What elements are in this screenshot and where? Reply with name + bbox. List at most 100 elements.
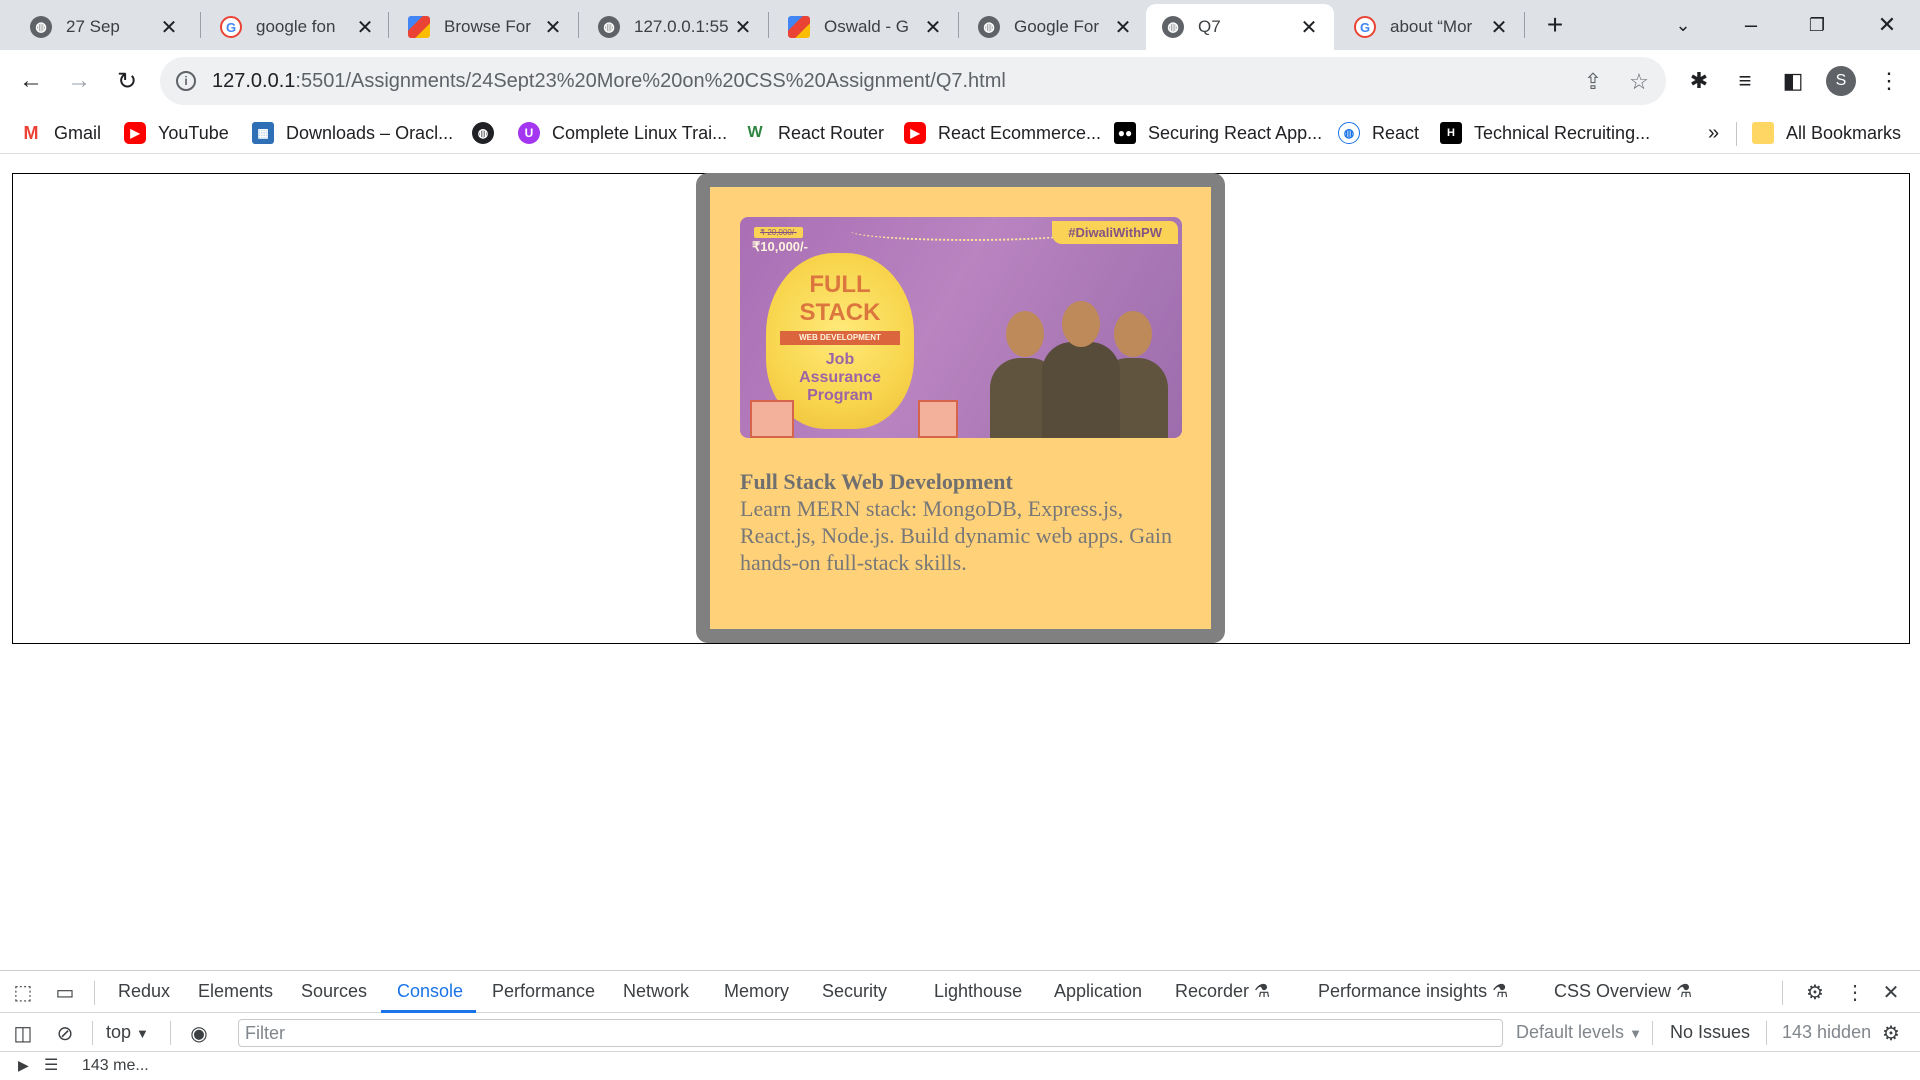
bookmark-star-icon[interactable]: ☆ bbox=[1626, 69, 1652, 95]
globe-icon: ◍ bbox=[472, 122, 494, 144]
youtube-icon: ▶ bbox=[904, 122, 926, 144]
window-close-icon[interactable]: ✕ bbox=[1870, 10, 1904, 40]
clear-console-icon[interactable]: ⊘ bbox=[52, 1020, 78, 1046]
devtools-tab-console[interactable]: Console bbox=[397, 981, 463, 1002]
devtools-tab-application[interactable]: Application bbox=[1054, 981, 1142, 1002]
console-filter-input[interactable]: Filter bbox=[238, 1019, 1503, 1047]
close-icon[interactable]: ✕ bbox=[158, 16, 180, 39]
close-icon[interactable]: ✕ bbox=[1298, 16, 1320, 39]
course-card: #DiwaliWithPW ₹ 20,000/- ₹10,000/- FULL … bbox=[696, 173, 1225, 643]
flask-icon: ⚗ bbox=[1254, 981, 1271, 1001]
new-tab-button[interactable]: + bbox=[1538, 9, 1572, 40]
bookmarks-overflow-button[interactable]: » bbox=[1708, 120, 1719, 146]
url-text[interactable]: 127.0.0.1:5501/Assignments/24Sept23%20Mo… bbox=[212, 70, 1006, 93]
browser-tab[interactable]: G google fon ✕ bbox=[204, 4, 390, 50]
reload-icon[interactable]: ↻ bbox=[110, 64, 144, 98]
share-icon[interactable]: ⇪ bbox=[1580, 69, 1606, 95]
dropdown-caret-icon: ▼ bbox=[136, 1026, 149, 1041]
devtools-tab-sources[interactable]: Sources bbox=[301, 981, 367, 1002]
active-tab-indicator bbox=[381, 1010, 476, 1013]
context-selector[interactable]: top ▼ bbox=[106, 1022, 149, 1043]
oracle-icon: ▦ bbox=[252, 122, 274, 144]
list-icon: ☰ bbox=[44, 1057, 59, 1074]
devtools-tab-performance-insights[interactable]: Performance insights ⚗ bbox=[1318, 981, 1508, 1002]
close-devtools-icon[interactable]: ✕ bbox=[1878, 979, 1904, 1005]
course-title: Full Stack Web Development bbox=[740, 469, 1013, 494]
bookmark-youtube[interactable]: ▶ YouTube bbox=[124, 120, 229, 146]
menu-kebab-icon[interactable]: ⋮ bbox=[1872, 64, 1906, 98]
bookmark-react-ecommerce[interactable]: ▶ React Ecommerce... bbox=[904, 120, 1101, 146]
bookmark-globe[interactable]: ◍ bbox=[472, 120, 506, 146]
issues-button[interactable]: No Issues bbox=[1670, 1022, 1750, 1043]
globe-icon: ◍ bbox=[598, 16, 620, 38]
youtube-icon: ▶ bbox=[124, 122, 146, 144]
tab-title: 127.0.0.1:55 bbox=[634, 17, 729, 36]
browser-tab[interactable]: G about “Mor ✕ bbox=[1338, 4, 1524, 50]
devtools-tab-redux[interactable]: Redux bbox=[118, 981, 170, 1002]
all-bookmarks-button[interactable]: All Bookmarks bbox=[1752, 120, 1901, 146]
bookmark-react-router[interactable]: W React Router bbox=[744, 120, 884, 146]
bookmark-technical-recruiting[interactable]: H Technical Recruiting... bbox=[1440, 120, 1650, 146]
console-settings-icon[interactable]: ⚙ bbox=[1878, 1020, 1904, 1046]
tab-search-icon[interactable]: ⌄ bbox=[1666, 10, 1700, 40]
device-toolbar-icon[interactable]: ▭ bbox=[52, 979, 78, 1005]
messages-summary[interactable]: 143 me... bbox=[82, 1057, 149, 1075]
devtools-tab-security[interactable]: Security bbox=[822, 981, 887, 1002]
hackerrank-icon: H bbox=[1440, 122, 1462, 144]
globe-icon: ◍ bbox=[1162, 16, 1184, 38]
expand-triangle-icon[interactable]: ▶ bbox=[18, 1057, 29, 1074]
devtools-tab-network[interactable]: Network bbox=[623, 981, 689, 1002]
bookmark-oracle[interactable]: ▦ Downloads – Oracl... bbox=[252, 120, 453, 146]
extensions-icon[interactable]: ✱ bbox=[1682, 64, 1716, 98]
close-icon[interactable]: ✕ bbox=[1488, 16, 1510, 39]
devtools-tab-elements[interactable]: Elements bbox=[198, 981, 273, 1002]
devtools-tab-bar: ⬚ ▭ Redux Elements Sources Console Perfo… bbox=[0, 971, 1920, 1013]
console-messages-row: ▶ ☰ 143 me... bbox=[0, 1053, 1920, 1080]
side-panel-icon[interactable]: ◧ bbox=[1776, 64, 1810, 98]
bookmark-securing-react[interactable]: ●● Securing React App... bbox=[1114, 120, 1322, 146]
close-icon[interactable]: ✕ bbox=[542, 16, 564, 39]
devtools-tab-recorder[interactable]: Recorder ⚗ bbox=[1175, 981, 1270, 1002]
tab-title: Oswald - G bbox=[824, 17, 910, 36]
back-icon[interactable]: ← bbox=[14, 64, 48, 98]
sidebar-toggle-icon[interactable]: ◫ bbox=[10, 1020, 36, 1046]
forward-icon[interactable]: → bbox=[62, 64, 96, 98]
globe-icon: ◍ bbox=[30, 16, 52, 38]
close-icon[interactable]: ✕ bbox=[1112, 16, 1134, 39]
browser-tab[interactable]: Browse For ✕ bbox=[392, 4, 578, 50]
profile-avatar[interactable]: S bbox=[1826, 66, 1856, 96]
udemy-icon: U bbox=[518, 122, 540, 144]
close-icon[interactable]: ✕ bbox=[732, 16, 754, 39]
settings-gear-icon[interactable]: ⚙ bbox=[1802, 979, 1828, 1005]
browser-tab[interactable]: ◍ 27 Sep ✕ bbox=[14, 4, 194, 50]
instructor-figure bbox=[1042, 342, 1120, 438]
devtools-tab-memory[interactable]: Memory bbox=[724, 981, 789, 1002]
google-icon: G bbox=[1354, 16, 1376, 38]
log-levels-dropdown[interactable]: Default levels ▼ bbox=[1516, 1022, 1642, 1043]
tab-title: about “Mor bbox=[1390, 17, 1473, 36]
bookmark-react[interactable]: ◍ React bbox=[1338, 120, 1419, 146]
live-expression-eye-icon[interactable]: ◉ bbox=[186, 1020, 212, 1046]
course-description: Learn MERN stack: MongoDB, Express.js, R… bbox=[740, 496, 1172, 575]
restore-icon[interactable]: ❐ bbox=[1800, 10, 1834, 40]
close-icon[interactable]: ✕ bbox=[354, 16, 376, 39]
address-bar[interactable]: i 127.0.0.1:5501/Assignments/24Sept23%20… bbox=[160, 57, 1666, 105]
browser-tab[interactable]: ◍ Google For ✕ bbox=[962, 4, 1148, 50]
more-options-icon[interactable]: ⋮ bbox=[1842, 979, 1868, 1005]
devtools-tab-lighthouse[interactable]: Lighthouse bbox=[934, 981, 1022, 1002]
inspect-element-icon[interactable]: ⬚ bbox=[10, 979, 36, 1005]
devtools-tab-performance[interactable]: Performance bbox=[492, 981, 595, 1002]
gift-box-icon bbox=[750, 400, 794, 438]
browser-tab-active[interactable]: ◍ Q7 ✕ bbox=[1146, 4, 1334, 50]
browser-tab[interactable]: ◍ 127.0.0.1:55 ✕ bbox=[582, 4, 768, 50]
minimize-icon[interactable]: – bbox=[1734, 10, 1768, 40]
bookmark-linux[interactable]: U Complete Linux Trai... bbox=[518, 120, 727, 146]
media-control-icon[interactable]: ≡ bbox=[1728, 64, 1762, 98]
bookmark-gmail[interactable]: M Gmail bbox=[20, 120, 102, 146]
devtools-tab-css-overview[interactable]: CSS Overview ⚗ bbox=[1554, 981, 1692, 1002]
site-info-icon[interactable]: i bbox=[176, 71, 196, 91]
google-fonts-icon bbox=[788, 16, 810, 38]
devtools-panel: ⬚ ▭ Redux Elements Sources Console Perfo… bbox=[0, 970, 1920, 1080]
browser-tab[interactable]: Oswald - G ✕ bbox=[772, 4, 958, 50]
close-icon[interactable]: ✕ bbox=[922, 16, 944, 39]
